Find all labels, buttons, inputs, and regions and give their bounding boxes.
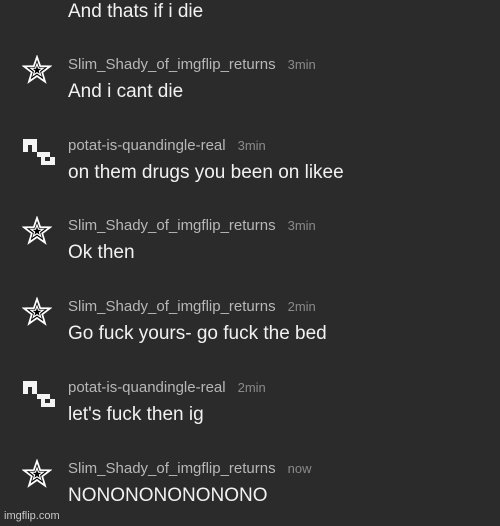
- chat-message: Slim_Shady_of_imgflip_returns 3min Ok the…: [0, 216, 500, 276]
- timestamp: 3min: [287, 218, 316, 233]
- message-text: on them drugs you been on likee: [68, 162, 344, 183]
- message-header: potat-is-quandingle-real 2min: [68, 378, 266, 398]
- chat-feed: And thats if i die Slim_Shady_of_imgflip…: [0, 0, 500, 526]
- username-link[interactable]: Slim_Shady_of_imgflip_returns: [68, 56, 276, 73]
- message-text: And i cant die: [68, 81, 184, 102]
- star-icon[interactable]: [22, 459, 52, 489]
- star-icon[interactable]: [22, 55, 52, 85]
- username-link[interactable]: potat-is-quandingle-real: [68, 379, 226, 396]
- message-header: potat-is-quandingle-real 3min: [68, 136, 266, 156]
- timestamp: 2min: [287, 299, 316, 314]
- star-icon[interactable]: [22, 216, 52, 246]
- message-text: And thats if i die: [68, 1, 204, 22]
- block-icon[interactable]: [22, 378, 55, 408]
- timestamp: now: [287, 461, 312, 476]
- timestamp: 2min: [237, 380, 266, 395]
- timestamp: 3min: [287, 57, 316, 72]
- chat-message: potat-is-quandingle-real 3min on them dru…: [0, 136, 500, 196]
- chat-message: Slim_Shady_of_imgflip_returns 3min And i …: [0, 55, 500, 115]
- username-link[interactable]: Slim_Shady_of_imgflip_returns: [68, 460, 276, 477]
- star-icon[interactable]: [22, 297, 52, 327]
- message-header: Slim_Shady_of_imgflip_returns 2min: [68, 297, 316, 317]
- block-icon[interactable]: [22, 136, 55, 166]
- message-text: NONONONONONONO: [68, 485, 268, 506]
- chat-message: And thats if i die: [0, 0, 500, 35]
- chat-message: Slim_Shady_of_imgflip_returns now NONONON…: [0, 459, 500, 519]
- chat-message: potat-is-quandingle-real 2min let's fuck …: [0, 378, 500, 438]
- username-link[interactable]: potat-is-quandingle-real: [68, 137, 226, 154]
- message-text: let's fuck then ig: [68, 404, 204, 425]
- message-text: Ok then: [68, 242, 135, 263]
- timestamp: 3min: [237, 138, 266, 153]
- chat-message: Slim_Shady_of_imgflip_returns 2min Go fuc…: [0, 297, 500, 357]
- username-link[interactable]: Slim_Shady_of_imgflip_returns: [68, 217, 276, 234]
- message-header: Slim_Shady_of_imgflip_returns 3min: [68, 216, 316, 236]
- message-header: Slim_Shady_of_imgflip_returns now: [68, 459, 311, 479]
- message-text: Go fuck yours- go fuck the bed: [68, 323, 327, 344]
- imgflip-watermark: imgflip.com: [4, 510, 60, 522]
- message-header: Slim_Shady_of_imgflip_returns 3min: [68, 55, 316, 75]
- username-link[interactable]: Slim_Shady_of_imgflip_returns: [68, 298, 276, 315]
